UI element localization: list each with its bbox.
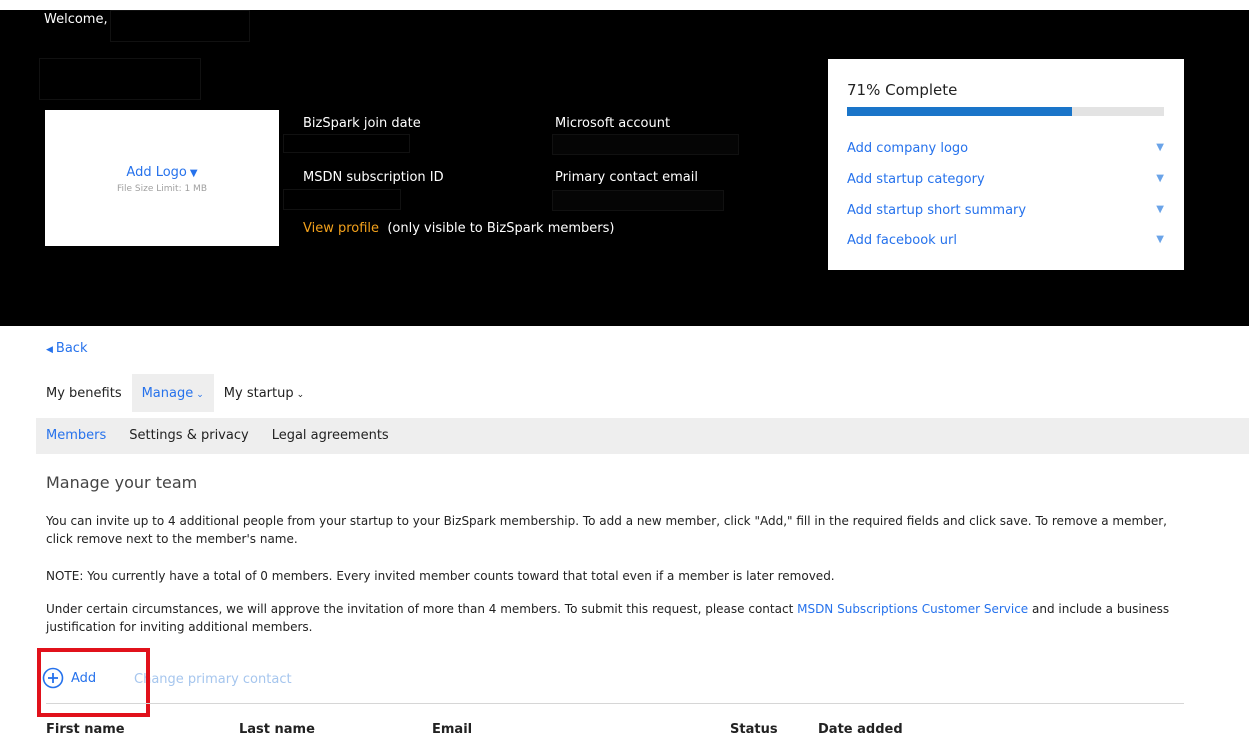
triangle-down-icon[interactable]: ▼ <box>1156 234 1164 245</box>
tab-label: My startup <box>223 386 294 401</box>
plus-circle-icon <box>42 667 64 689</box>
microsoft-account-label: Microsoft account <box>555 116 671 131</box>
view-profile-note: (only visible to BizSpark members) <box>387 221 615 236</box>
profile-completion-card: 71% Complete Add company logo ▼ Add star… <box>828 59 1184 270</box>
column-date-added[interactable]: Date added <box>818 722 903 737</box>
chevron-down-icon: ⌄ <box>196 390 204 400</box>
subtab-legal-agreements[interactable]: Legal agreements <box>262 418 402 454</box>
company-logo-box[interactable]: Add Logo ▼ File Size Limit: 1 MB <box>45 110 279 246</box>
redacted-microsoft-account <box>552 134 739 155</box>
redacted-join-date <box>283 134 410 153</box>
sub-tabs: Members Settings & privacy Legal agreeme… <box>36 418 1249 454</box>
tab-manage[interactable]: Manage ⌄ <box>131 374 214 412</box>
intro-paragraph: You can invite up to 4 additional people… <box>46 514 1167 546</box>
subtab-members[interactable]: Members <box>36 418 119 454</box>
add-logo-label: Add Logo <box>126 165 187 180</box>
view-profile-row: View profile (only visible to BizSpark m… <box>303 221 614 236</box>
tab-label: My benefits <box>46 386 122 401</box>
task-add-company-logo[interactable]: Add company logo ▼ <box>847 141 1164 161</box>
change-primary-contact-button[interactable]: Change primary contact <box>134 672 292 687</box>
back-label: Back <box>55 341 88 356</box>
add-logo-button[interactable]: Add Logo ▼ <box>45 165 279 180</box>
tab-label: Manage <box>141 386 194 401</box>
tab-my-startup[interactable]: My startup ⌄ <box>214 374 314 412</box>
task-add-short-summary[interactable]: Add startup short summary ▼ <box>847 203 1164 223</box>
back-link[interactable]: ◀ Back <box>46 341 87 356</box>
redacted-company-name <box>39 58 201 100</box>
additional-members-paragraph: Under certain circumstances, we will app… <box>46 600 1196 636</box>
paragraph-text: Under certain circumstances, we will app… <box>46 602 798 616</box>
redacted-username <box>110 10 250 42</box>
profile-header: Welcome, Add Logo ▼ File Size Limit: 1 MB… <box>0 10 1249 326</box>
welcome-text: Welcome, <box>44 12 108 27</box>
redacted-msdn-id <box>283 189 401 210</box>
completion-progress-fill <box>847 107 1073 116</box>
msdn-id-label: MSDN subscription ID <box>303 170 444 185</box>
task-add-startup-category[interactable]: Add startup category ▼ <box>847 172 1164 192</box>
chevron-down-icon: ⌄ <box>296 390 305 400</box>
task-label: Add startup short summary <box>847 203 1027 218</box>
triangle-down-icon[interactable]: ▼ <box>1156 204 1164 215</box>
page-title: Manage your team <box>46 473 198 492</box>
completion-progress-bar <box>847 107 1164 116</box>
tab-my-benefits[interactable]: My benefits <box>36 374 132 412</box>
task-label: Add startup category <box>847 172 985 187</box>
subtab-settings-privacy[interactable]: Settings & privacy <box>119 418 261 454</box>
completion-percent: 71% Complete <box>847 81 958 99</box>
task-label: Add company logo <box>847 141 969 156</box>
redacted-primary-email <box>552 190 724 211</box>
triangle-down-icon[interactable]: ▼ <box>1156 173 1164 184</box>
note-paragraph: NOTE: You currently have a total of 0 me… <box>46 569 835 583</box>
column-first-name[interactable]: First name <box>46 722 125 737</box>
triangle-down-icon[interactable]: ▼ <box>1156 142 1164 153</box>
column-status[interactable]: Status <box>730 722 778 737</box>
triangle-down-icon: ▼ <box>189 168 198 179</box>
main-tabs: My benefits Manage ⌄ My startup ⌄ <box>36 374 314 412</box>
task-add-facebook-url[interactable]: Add facebook url ▼ <box>847 233 1164 253</box>
customer-service-link[interactable]: MSDN Subscriptions Customer Service <box>797 602 1028 616</box>
top-strip <box>0 0 1249 10</box>
table-divider <box>46 703 1184 704</box>
triangle-left-icon: ◀ <box>46 345 53 355</box>
join-date-label: BizSpark join date <box>303 116 421 131</box>
primary-email-label: Primary contact email <box>555 170 698 185</box>
column-last-name[interactable]: Last name <box>239 722 315 737</box>
view-profile-link[interactable]: View profile <box>303 221 379 236</box>
add-member-button[interactable]: Add <box>42 667 96 689</box>
column-email[interactable]: Email <box>432 722 472 737</box>
add-label: Add <box>71 670 97 686</box>
file-size-limit: File Size Limit: 1 MB <box>117 184 207 194</box>
task-label: Add facebook url <box>847 233 958 248</box>
